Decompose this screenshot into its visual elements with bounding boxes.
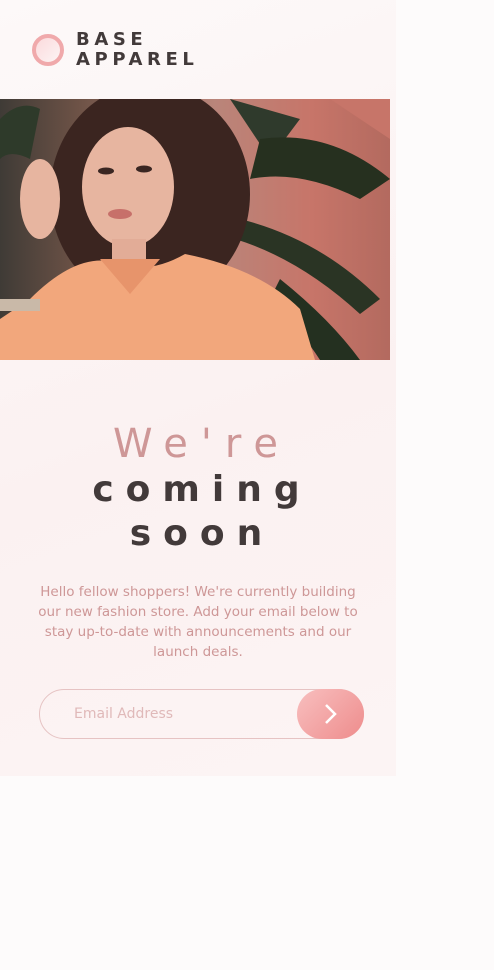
header: BASE APPAREL [32, 28, 198, 72]
title-light: We're [113, 421, 291, 467]
hero-image [0, 99, 390, 360]
title-dark-line-1: coming [92, 469, 312, 510]
submit-button[interactable] [297, 689, 364, 739]
description: Hello fellow shoppers! We're currently b… [38, 584, 358, 660]
logo-icon [32, 34, 64, 66]
logo-line-1: BASE [76, 29, 148, 50]
main-content: We're coming soon Hello fellow shoppers!… [0, 420, 396, 662]
page: BASE APPAREL We're coming soon Hello fel… [0, 0, 494, 970]
email-form [39, 689, 364, 739]
arrow-right-icon [324, 704, 337, 724]
hero-photo-icon [0, 99, 390, 360]
page-title: We're coming soon [0, 420, 396, 556]
logo-text: BASE APPAREL [76, 30, 198, 70]
logo-line-2: APPAREL [76, 49, 199, 70]
title-dark-line-2: soon [129, 513, 275, 554]
